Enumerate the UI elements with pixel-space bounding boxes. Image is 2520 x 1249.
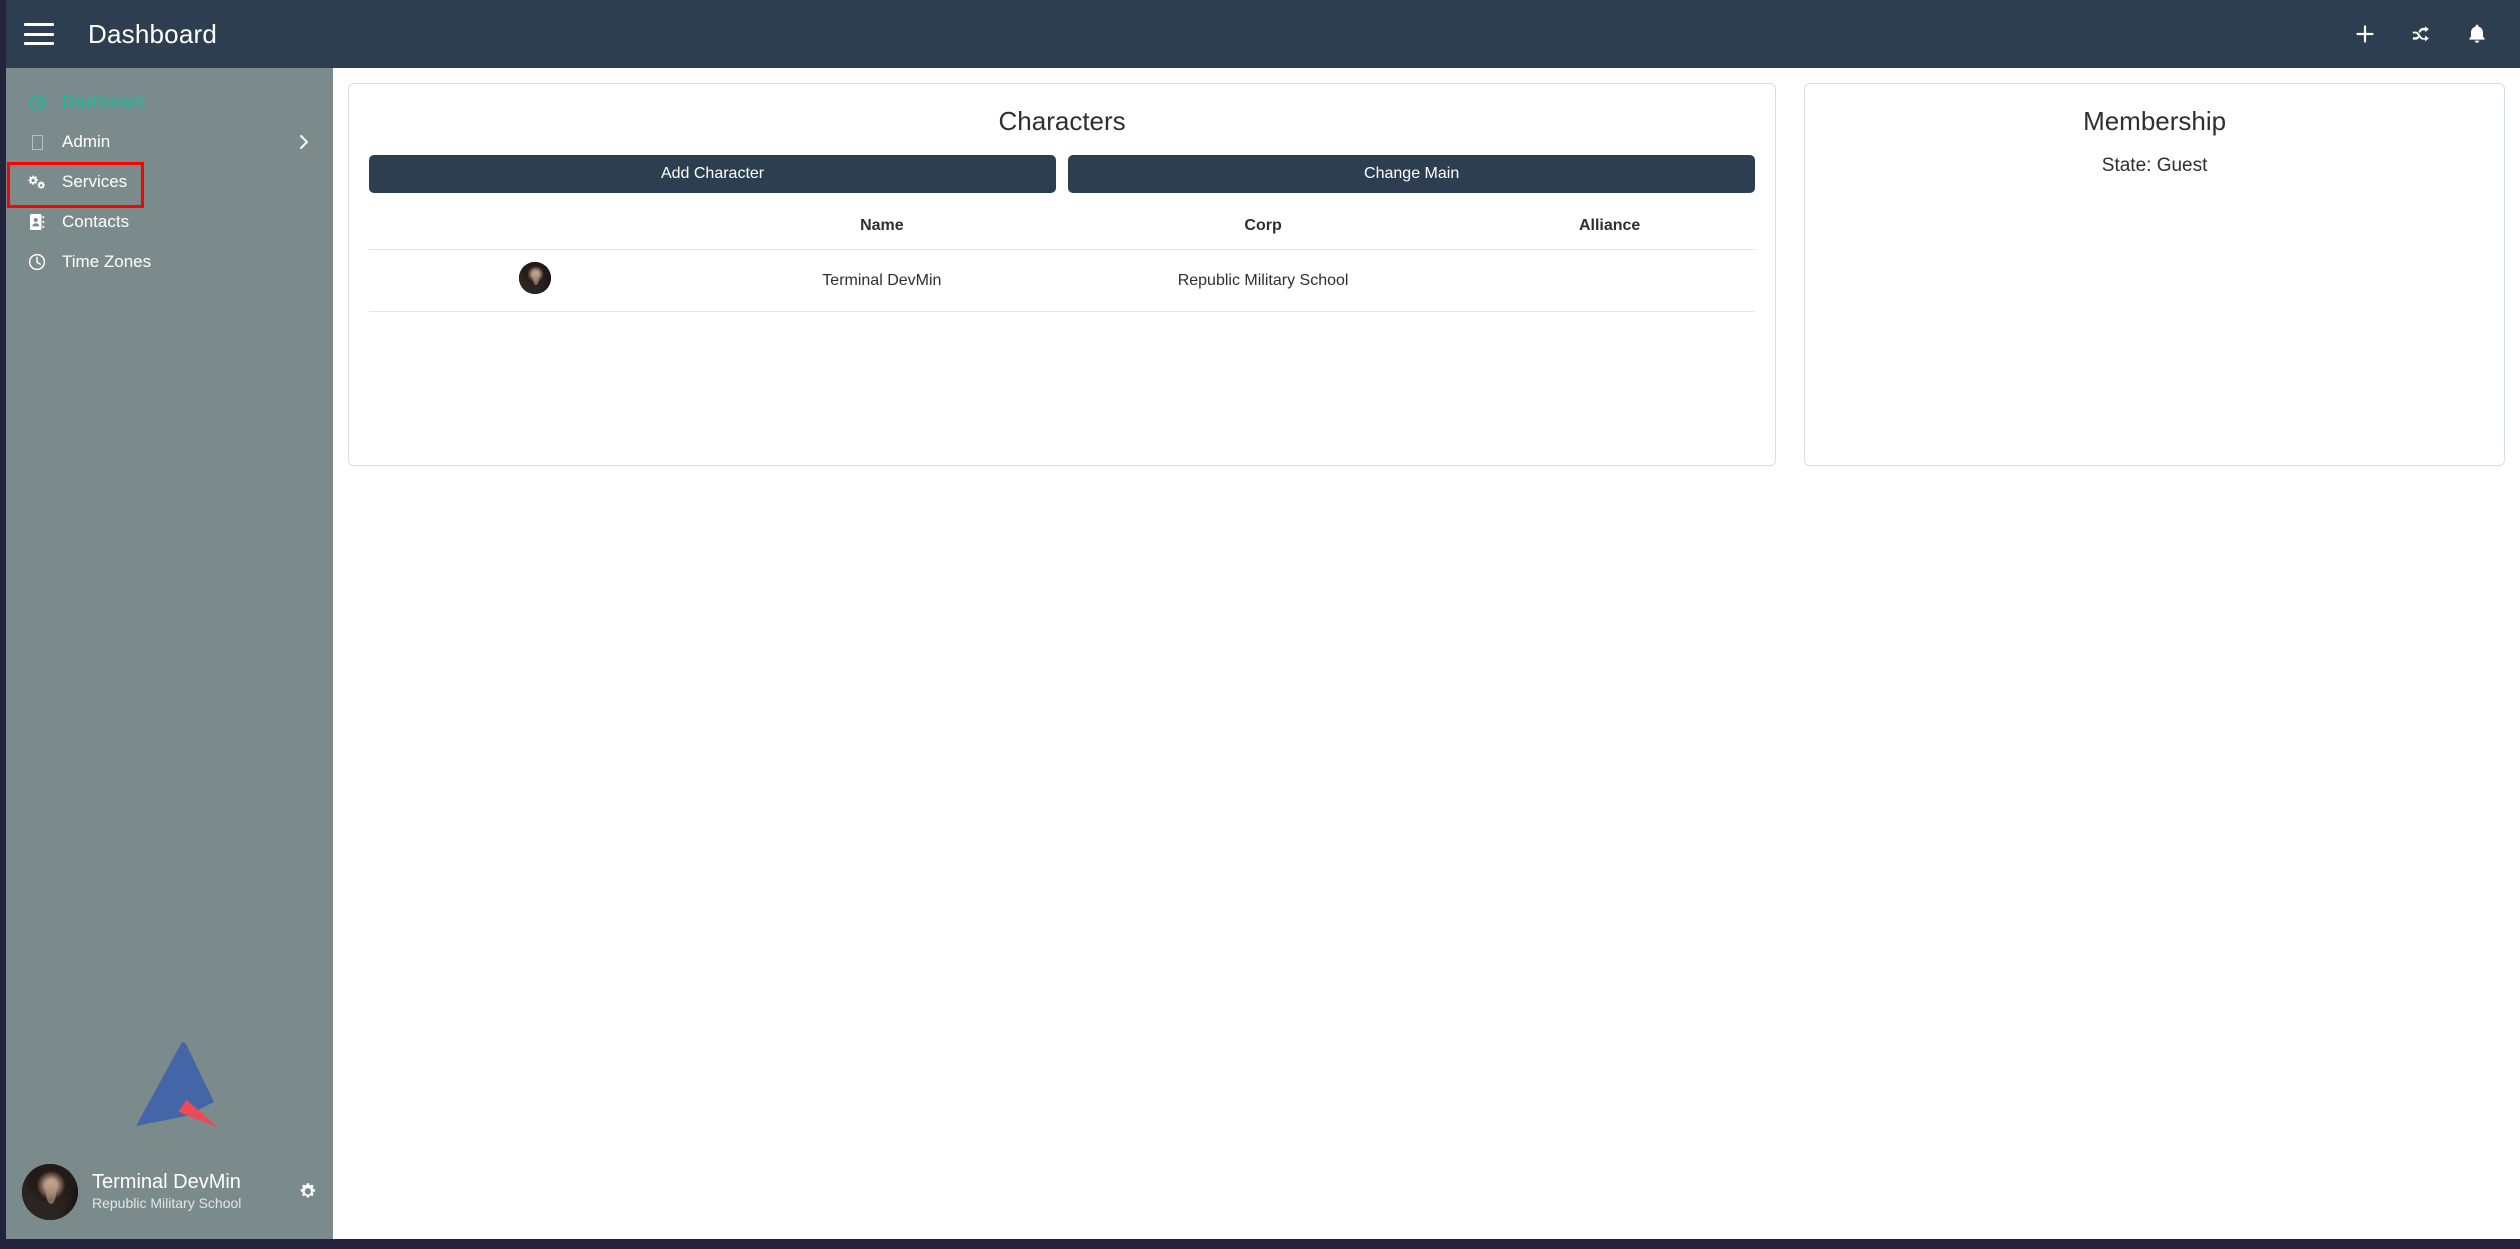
- add-icon[interactable]: [2352, 21, 2378, 47]
- clock-icon: [24, 253, 50, 271]
- main-content: Characters Add Character Change Main Nam…: [333, 68, 2520, 1239]
- characters-card: Characters Add Character Change Main Nam…: [348, 83, 1777, 466]
- membership-state: State: Guest: [2101, 155, 2208, 176]
- sidebar-item-admin[interactable]: Admin: [6, 122, 333, 162]
- column-header-avatar: [369, 211, 702, 250]
- chevron-right-icon[interactable]: [297, 133, 311, 151]
- sidebar-item-label: Services: [62, 172, 128, 191]
- sidebar-item-contacts[interactable]: Contacts: [6, 202, 333, 242]
- brand-logo: [126, 1028, 236, 1138]
- characters-actions: Add Character Change Main: [369, 155, 1756, 193]
- sidebar-item-time-zones[interactable]: Time Zones: [6, 242, 333, 282]
- user-profile[interactable]: Terminal DevMin Republic Military School: [6, 1144, 333, 1239]
- sidebar-item-label: Contacts: [62, 212, 130, 231]
- notifications-icon[interactable]: [2464, 21, 2490, 47]
- sidebar-item-label: Dashboard: [62, 92, 146, 111]
- sidebar: Dashboard Admin Services Contacts Time Z…: [6, 68, 333, 1239]
- cogs-icon: [24, 174, 50, 191]
- cell-alliance: [1464, 249, 1756, 312]
- column-header-alliance: Alliance: [1464, 211, 1756, 250]
- user-corp: Republic Military School: [92, 1195, 242, 1212]
- characters-table: Name Corp Alliance Terminal DevMin Repub…: [369, 211, 1756, 312]
- cards-row: Characters Add Character Change Main Nam…: [348, 83, 2505, 466]
- table-header-row: Name Corp Alliance: [369, 211, 1756, 250]
- sidebar-item-services[interactable]: Services: [6, 162, 333, 208]
- sidebar-item-label: Admin: [62, 132, 111, 151]
- characters-card-title: Characters: [998, 106, 1126, 136]
- sidebar-item-dashboard[interactable]: Dashboard: [6, 82, 333, 122]
- table-row[interactable]: Terminal DevMin Republic Military School: [369, 249, 1756, 312]
- change-main-button[interactable]: Change Main: [1068, 155, 1756, 193]
- missing-glyph-icon: [24, 134, 50, 150]
- gear-icon[interactable]: [298, 1182, 317, 1201]
- add-character-button[interactable]: Add Character: [369, 155, 1057, 193]
- sidebar-nav: Dashboard Admin Services Contacts Time Z…: [6, 68, 333, 282]
- sidebar-item-label: Time Zones: [62, 252, 152, 271]
- shuffle-icon[interactable]: [2408, 21, 2434, 47]
- cell-corp: Republic Military School: [1062, 249, 1465, 312]
- user-name: Terminal DevMin: [92, 1171, 241, 1194]
- characters-table-head: Name Corp Alliance: [369, 211, 1756, 250]
- hamburger-icon[interactable]: [24, 23, 54, 45]
- user-profile-text: Terminal DevMin Republic Military School: [92, 1170, 241, 1213]
- characters-table-body: Terminal DevMin Republic Military School: [369, 249, 1756, 312]
- page-title: Dashboard: [88, 18, 217, 49]
- address-book-icon: [24, 213, 50, 231]
- app-root: Dashboard Dashboard Admin Services Conta…: [0, 0, 2520, 1249]
- cell-avatar: [369, 249, 702, 312]
- character-portrait: [519, 262, 552, 294]
- membership-card: Membership State: Guest: [1804, 83, 2505, 466]
- dashboard-icon: [24, 94, 50, 111]
- column-header-corp: Corp: [1062, 211, 1465, 250]
- cell-name: Terminal DevMin: [701, 249, 1063, 312]
- membership-card-title: Membership: [2083, 106, 2227, 136]
- avatar[interactable]: [22, 1163, 78, 1220]
- column-header-name: Name: [701, 211, 1063, 250]
- top-bar: Dashboard: [6, 0, 2520, 68]
- top-bar-actions: [2352, 21, 2490, 47]
